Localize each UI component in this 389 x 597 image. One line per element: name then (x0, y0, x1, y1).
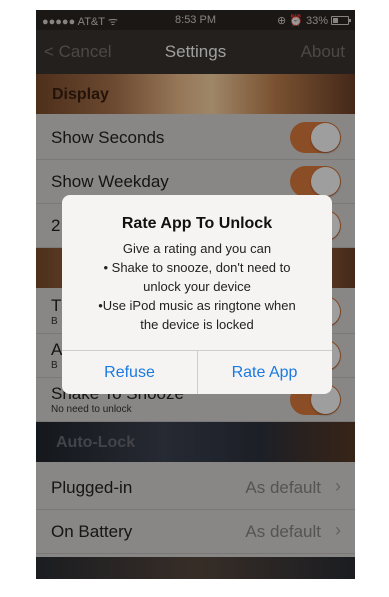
alert-button-row: Refuse Rate App (62, 350, 332, 394)
alert-message-line: • Shake to snooze, don't need to (103, 260, 291, 275)
alert-message-line: the device is locked (140, 317, 254, 332)
alert-message-line: •Use iPod music as ringtone when (98, 298, 296, 313)
phone-screen: ●●●●● AT&T ᯤ 8:53 PM ⊕ ⏰ 33% < Cancel Se… (36, 10, 355, 579)
rate-app-button[interactable]: Rate App (197, 351, 332, 394)
alert-message-line: unlock your device (143, 279, 251, 294)
rate-app-alert: Rate App To Unlock Give a rating and you… (62, 195, 332, 394)
alert-message-line: Give a rating and you can (122, 241, 272, 256)
refuse-button[interactable]: Refuse (62, 351, 198, 394)
alert-message: Give a rating and you can • Shake to sno… (72, 239, 322, 334)
alert-title: Rate App To Unlock (121, 215, 273, 232)
